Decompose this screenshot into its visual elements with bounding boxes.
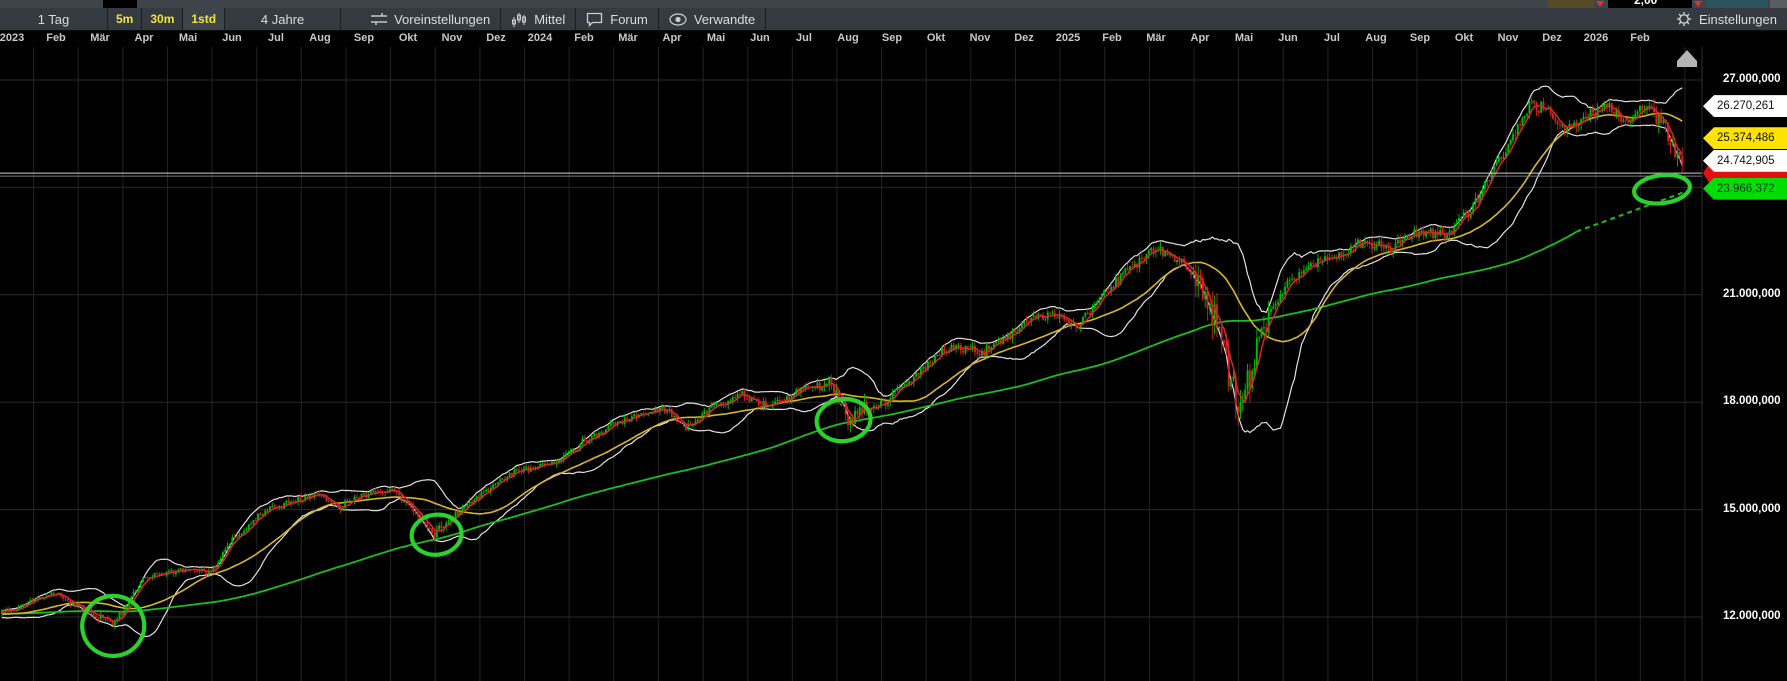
interval-1std-label: 1std — [191, 12, 216, 26]
time-axis-label-apr: Apr — [1191, 32, 1210, 44]
range-button-label: 1 Tag — [38, 12, 70, 27]
time-axis-label-jul: Jul — [268, 32, 284, 44]
time-axis-label-nov: Nov — [442, 32, 463, 44]
price-scale-label: 21.000,000 — [1723, 288, 1781, 300]
quote-cell — [1706, 0, 1768, 8]
time-axis-label-mär: Mär — [1146, 32, 1166, 44]
time-axis-label-feb: Feb — [1630, 32, 1650, 44]
related-button[interactable]: Verwandte — [659, 8, 766, 30]
quote-box: 2,00 — [1608, 0, 1692, 8]
speech-bubble-icon — [586, 12, 603, 27]
time-axis-label-mai: Mai — [179, 32, 197, 44]
time-axis-label-mär: Mär — [618, 32, 638, 44]
price-scale-label: 27.000,000 — [1723, 73, 1781, 85]
presets-label: Voreinstellungen — [394, 12, 490, 27]
quote-box — [103, 0, 137, 8]
toolbar-spacer — [766, 8, 1666, 30]
related-label: Verwandte — [694, 12, 755, 27]
time-axis-label-nov: Nov — [970, 32, 991, 44]
price-axis[interactable]: 27.000,000 21.000,000 18.000,000 15.000,000… — [1702, 47, 1787, 681]
time-axis-label-jul: Jul — [1324, 32, 1340, 44]
time-axis-label-jun: Jun — [1278, 32, 1298, 44]
time-axis-label-aug: Aug — [837, 32, 858, 44]
time-axis-label-mai: Mai — [1235, 32, 1253, 44]
eye-icon — [669, 13, 687, 26]
forum-label: Forum — [610, 12, 648, 27]
time-axis[interactable]: 2023 Feb Mär Apr Mai Jun Jul Aug Sep Okt Nov Dez 202… — [0, 31, 1787, 47]
mittel-label: Mittel — [534, 12, 565, 27]
settings-button[interactable]: Einstellungen — [1666, 8, 1787, 30]
down-arrow-icon — [1694, 1, 1702, 7]
time-axis-label-2025: 2025 — [1056, 32, 1080, 44]
interval-1std-button[interactable]: 1std — [183, 8, 225, 30]
sliders-icon — [371, 12, 387, 26]
time-axis-label-sep: Sep — [1410, 32, 1430, 44]
chart-canvas[interactable] — [0, 0, 1787, 681]
time-axis-label-jul: Jul — [796, 32, 812, 44]
bollinger-upper-tag: 26.270,261 — [1703, 95, 1787, 117]
time-axis-label-mai: Mai — [707, 32, 725, 44]
time-axis-label-jun: Jun — [222, 32, 242, 44]
time-axis-label-mär: Mär — [90, 32, 110, 44]
interval-5m-label: 5m — [116, 12, 133, 26]
ma-long-tag: 23.966,372 — [1703, 178, 1787, 200]
price-scale-label: 18.000,000 — [1723, 395, 1781, 407]
candlestick-icon — [511, 12, 527, 27]
presets-button[interactable]: Voreinstellungen — [361, 8, 501, 30]
time-axis-label-nov: Nov — [1498, 32, 1519, 44]
time-axis-label-dez: Dez — [1014, 32, 1034, 44]
time-axis-label-feb: Feb — [46, 32, 66, 44]
chart-toolbar: 1 Tag 5m 30m 1std 4 Jahre Voreinstellung… — [0, 8, 1787, 31]
time-axis-label-dez: Dez — [486, 32, 506, 44]
time-axis-label-okt: Okt — [927, 32, 945, 44]
top-quote-strip: 2,00 — [0, 0, 1787, 8]
time-axis-label-aug: Aug — [1365, 32, 1386, 44]
chart-background — [0, 31, 1787, 681]
time-axis-label-jun: Jun — [750, 32, 770, 44]
time-axis-label-sep: Sep — [882, 32, 902, 44]
mittel-button[interactable]: Mittel — [501, 8, 576, 30]
time-axis-label-feb: Feb — [574, 32, 594, 44]
settings-label: Einstellungen — [1699, 12, 1777, 27]
interval-5m-button[interactable]: 5m — [108, 8, 142, 30]
quote-value: 2,00 — [1634, 0, 1657, 7]
ma-mid-tag: 25.374,486 — [1703, 127, 1787, 149]
forum-button[interactable]: Forum — [576, 8, 659, 30]
toolbar-gap — [341, 8, 361, 30]
time-axis-label-okt: Okt — [399, 32, 417, 44]
price-scale-label: 12.000,000 — [1723, 610, 1781, 622]
time-axis-label-aug: Aug — [309, 32, 330, 44]
time-axis-label-2023: 2023 — [0, 32, 24, 44]
quote-cell — [1548, 0, 1594, 8]
interval-30m-label: 30m — [150, 12, 174, 26]
time-axis-label-okt: Okt — [1455, 32, 1473, 44]
time-axis-label-apr: Apr — [135, 32, 154, 44]
time-axis-label-2024: 2024 — [528, 32, 552, 44]
time-axis-label-sep: Sep — [354, 32, 374, 44]
interval-30m-button[interactable]: 30m — [142, 8, 183, 30]
time-axis-label-2026: 2026 — [1584, 32, 1608, 44]
span-button[interactable]: 4 Jahre — [225, 8, 341, 30]
time-axis-label-apr: Apr — [663, 32, 682, 44]
quote-cell — [1770, 0, 1787, 8]
bollinger-lower-tag: 24.742,905 — [1703, 150, 1787, 172]
time-axis-label-dez: Dez — [1542, 32, 1562, 44]
time-axis-label-feb: Feb — [1102, 32, 1122, 44]
candlestick-chart-svg[interactable] — [0, 0, 1787, 681]
range-button[interactable]: 1 Tag — [0, 8, 108, 30]
down-arrow-icon — [1596, 1, 1604, 7]
price-scale-label: 15.000,000 — [1723, 503, 1781, 515]
span-button-label: 4 Jahre — [261, 12, 304, 27]
gear-icon — [1676, 11, 1692, 27]
chart-application: 2,00 1 Tag 5m 30m 1std 4 Jahre — [0, 0, 1787, 681]
